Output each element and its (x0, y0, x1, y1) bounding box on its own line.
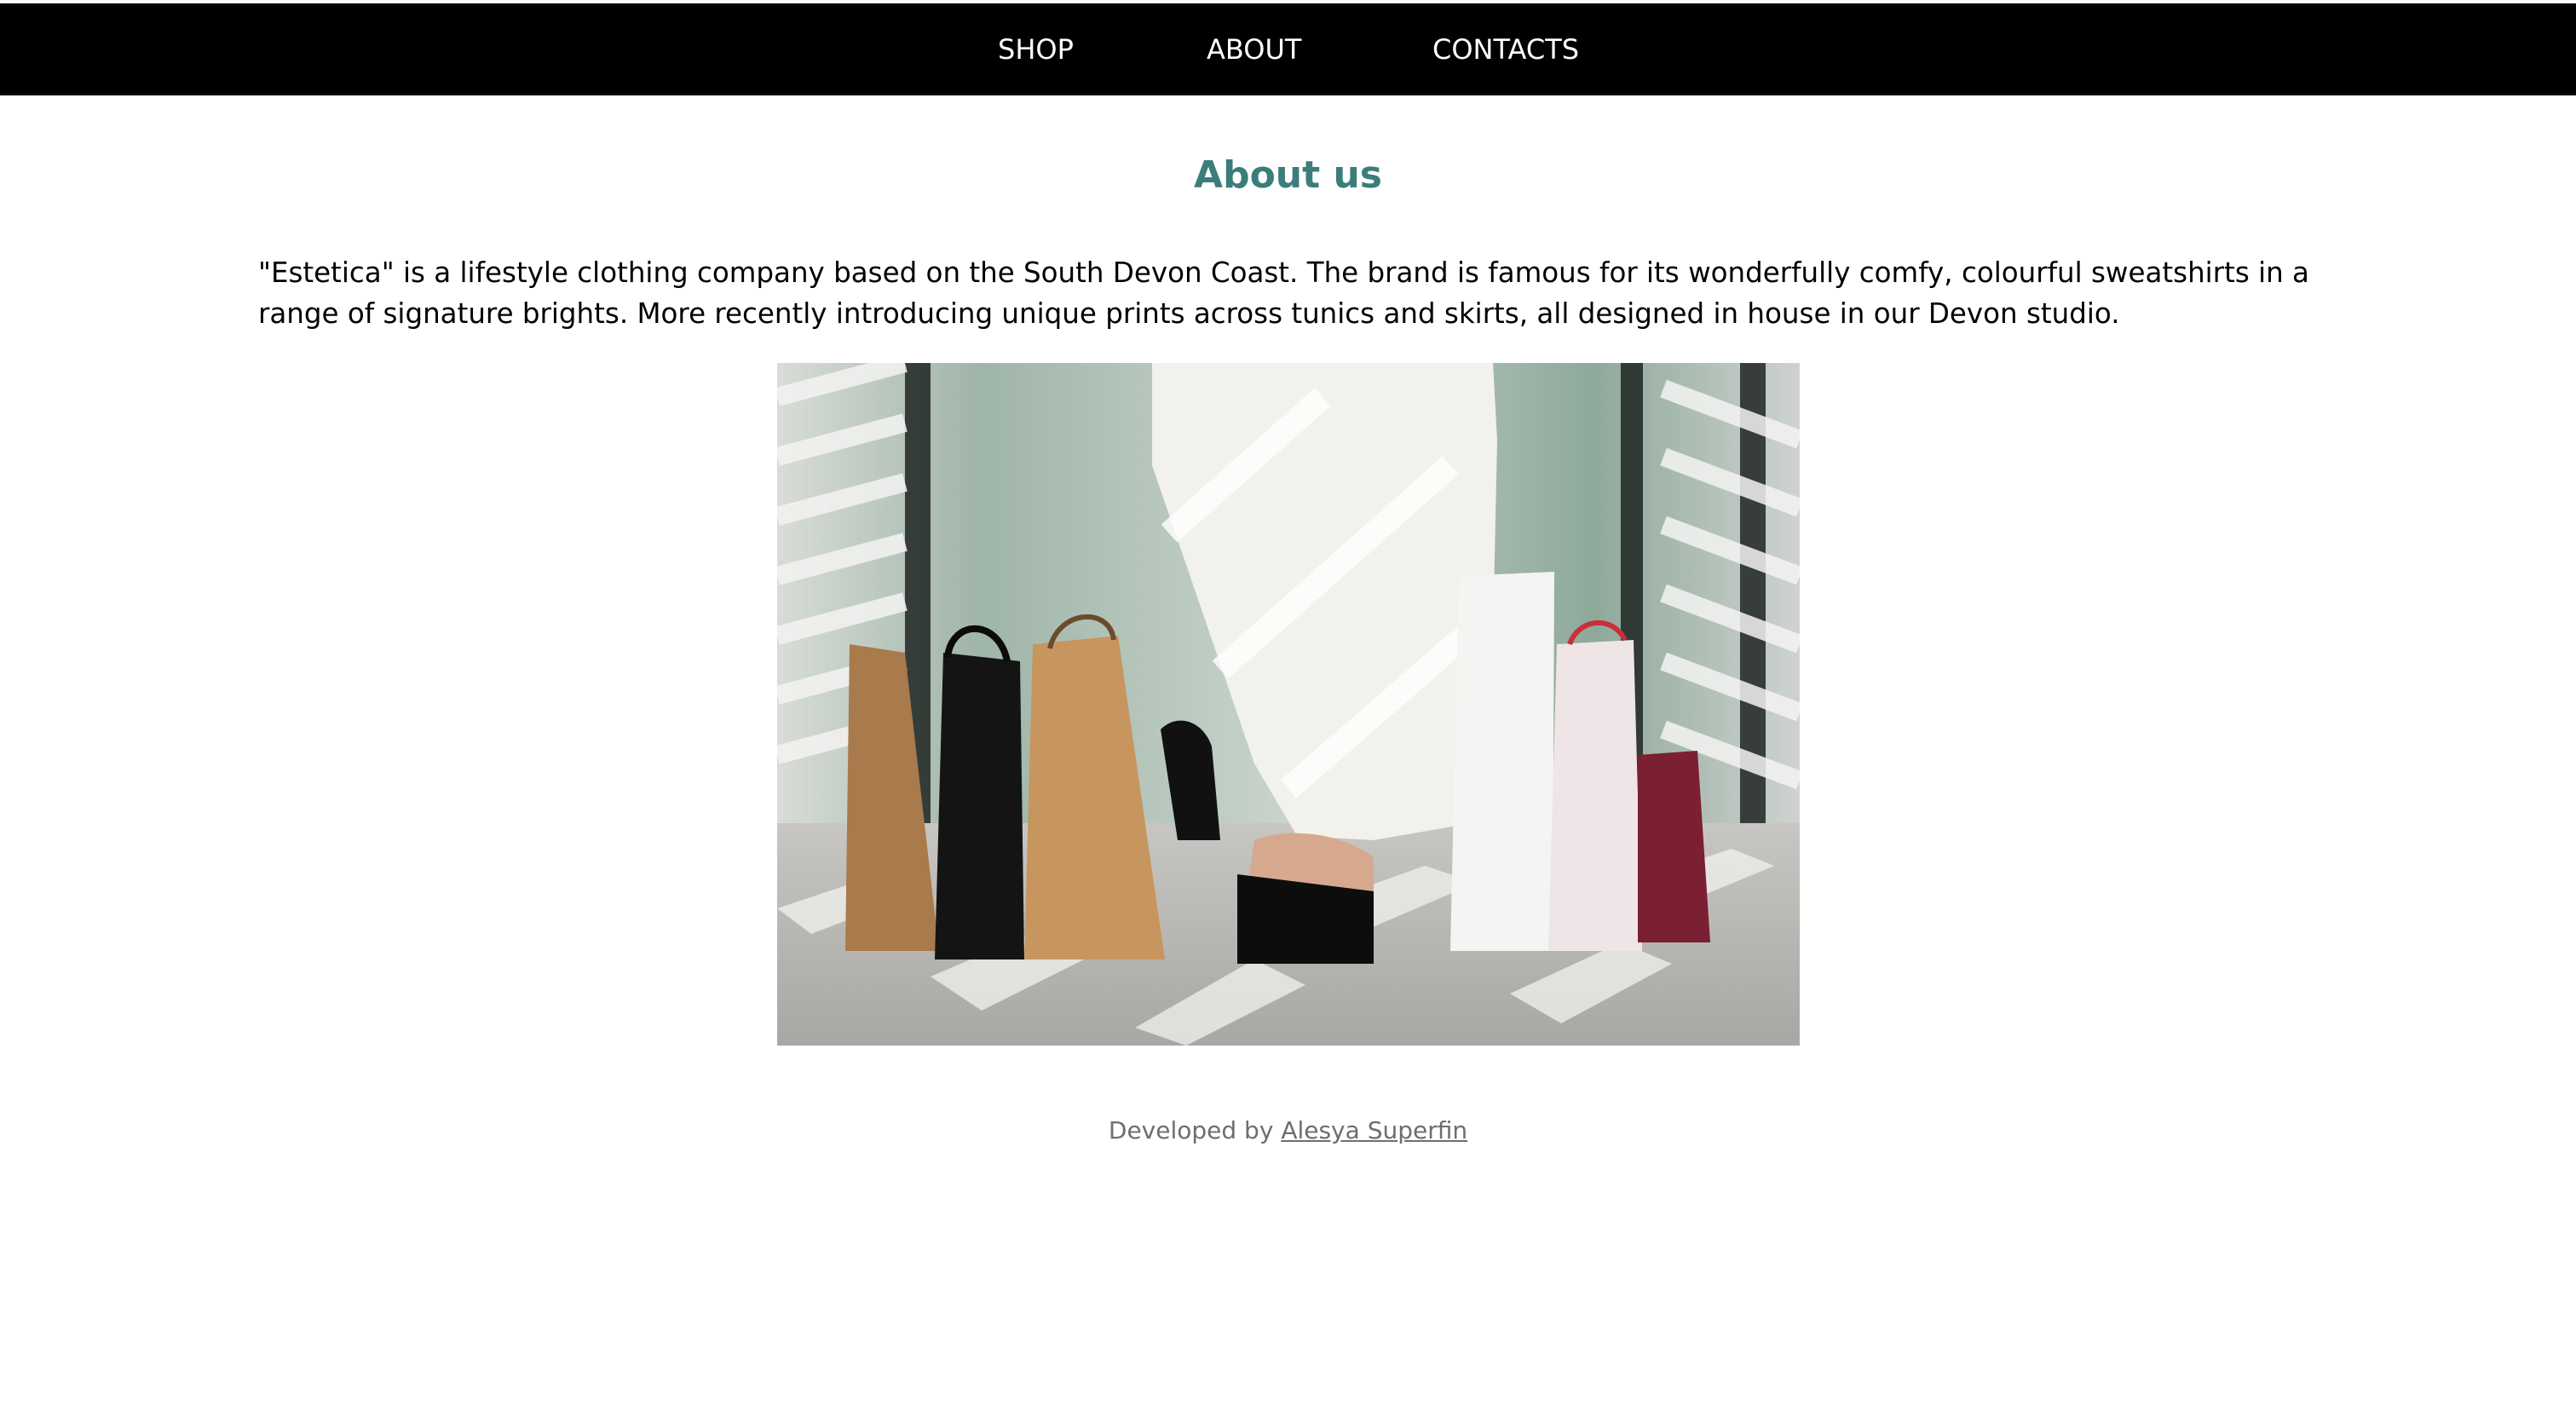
nav-link-shop[interactable]: SHOP (998, 3, 1074, 95)
top-navigation-bar: SHOP ABOUT CONTACTS (0, 3, 2576, 95)
footer-prefix: Developed by (1108, 1116, 1274, 1144)
shopping-bags-photo (777, 363, 1800, 1046)
footer: Developed by Alesya Superfin (0, 1112, 2576, 1150)
page-title: About us (1194, 153, 1382, 197)
nav-link-contacts[interactable]: CONTACTS (1432, 3, 1579, 95)
author-link[interactable]: Alesya Superfin (1281, 1116, 1467, 1144)
about-description: "Estetica" is a lifestyle clothing compa… (258, 256, 2309, 330)
nav-link-about[interactable]: ABOUT (1207, 3, 1301, 95)
